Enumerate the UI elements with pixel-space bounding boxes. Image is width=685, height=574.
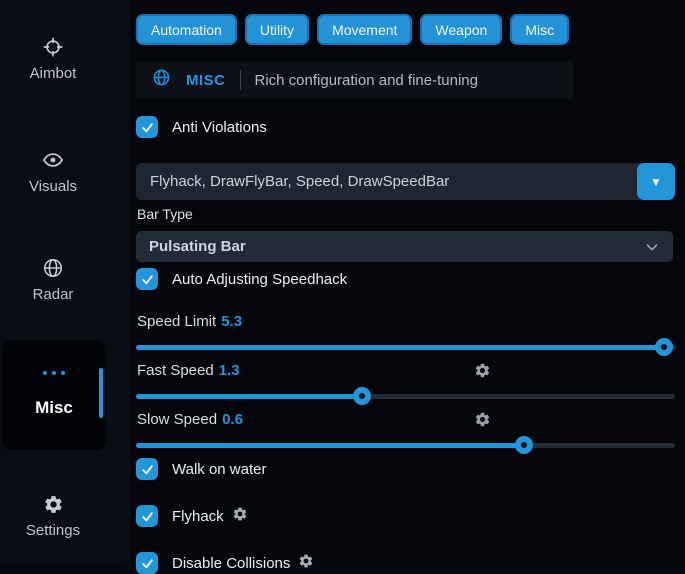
slider-speed-limit[interactable] [136, 338, 675, 356]
checkbox-checked-icon[interactable] [136, 268, 158, 290]
slider-slow-speed[interactable] [136, 436, 675, 454]
sidebar-item-label: Misc [2, 398, 106, 418]
checkbox-label: Auto Adjusting Speedhack [172, 271, 347, 288]
slider-value: 0.6 [222, 411, 243, 428]
sidebar-item-misc[interactable]: Misc [2, 340, 106, 450]
checkbox-walk-on-water[interactable]: Walk on water [136, 458, 266, 480]
slider-fill [136, 345, 664, 350]
chevron-down-icon [644, 239, 660, 260]
bar-type-value: Pulsating Bar [149, 238, 246, 255]
checkbox-label: Walk on water [172, 461, 266, 478]
checkbox-checked-icon[interactable] [136, 458, 158, 480]
checkbox-label: Anti Violations [172, 119, 267, 136]
slider-name: Fast Speed [137, 362, 214, 379]
slider-thumb[interactable] [515, 436, 533, 454]
bar-type-label: Bar Type [137, 206, 193, 222]
sidebar-item-label: Visuals [29, 178, 77, 195]
tab-automation[interactable]: Automation [136, 14, 237, 45]
checkbox-auto-adjusting-speedhack[interactable]: Auto Adjusting Speedhack [136, 268, 347, 290]
slider-label-slow-speed: Slow Speed 0.6 [137, 411, 243, 428]
active-indicator-bar [99, 368, 103, 418]
tab-weapon[interactable]: Weapon [420, 14, 502, 45]
section-title: MISC [186, 72, 226, 89]
crosshair-icon [42, 36, 64, 58]
section-subtitle: Rich configuration and fine-tuning [255, 72, 478, 89]
slider-thumb[interactable] [655, 338, 673, 356]
checkbox-checked-icon[interactable] [136, 552, 158, 574]
bar-type-select[interactable]: Pulsating Bar [136, 231, 673, 262]
checkbox-disable-collisions[interactable]: Disable Collisions [136, 552, 314, 574]
dropdown-triangle-icon[interactable]: ▼ [637, 163, 675, 200]
sidebar-item-visuals[interactable]: Visuals [0, 149, 106, 195]
slider-fast-speed[interactable] [136, 387, 675, 405]
checkbox-anti-violations[interactable]: Anti Violations [136, 116, 267, 138]
tab-misc[interactable]: Misc [510, 14, 569, 45]
multiselect-value: Flyhack, DrawFlyBar, Speed, DrawSpeedBar [150, 173, 449, 190]
cheat-menu-window: Aimbot Visuals Radar Mi [0, 0, 685, 563]
checkbox-flyhack[interactable]: Flyhack [136, 505, 248, 527]
sidebar-item-label: Radar [33, 286, 74, 303]
globe-icon [152, 68, 171, 92]
header-divider [240, 70, 241, 90]
gear-icon[interactable] [298, 553, 314, 573]
sidebar-item-label: Settings [26, 522, 80, 539]
sidebar-item-radar[interactable]: Radar [0, 257, 106, 303]
tab-utility[interactable]: Utility [245, 14, 309, 45]
eye-icon [42, 149, 64, 171]
main-panel: Automation Utility Movement Weapon Misc … [136, 0, 675, 563]
sidebar-item-aimbot[interactable]: Aimbot [0, 36, 106, 82]
section-header: MISC Rich configuration and fine-tuning [136, 61, 573, 99]
slider-label-fast-speed: Fast Speed 1.3 [137, 362, 240, 379]
checkbox-label: Disable Collisions [172, 555, 290, 572]
gear-icon[interactable] [474, 362, 491, 384]
sidebar: Aimbot Visuals Radar Mi [0, 0, 130, 563]
ellipsis-icon [2, 371, 106, 375]
gear-icon[interactable] [232, 506, 248, 526]
checkbox-checked-icon[interactable] [136, 116, 158, 138]
gear-icon [43, 494, 64, 515]
gear-icon[interactable] [474, 411, 491, 433]
checkbox-label: Flyhack [172, 508, 224, 525]
globe-icon [42, 257, 64, 279]
sidebar-item-settings[interactable]: Settings [0, 494, 106, 539]
slider-fill [136, 443, 524, 448]
slider-name: Slow Speed [137, 411, 217, 428]
slider-value: 1.3 [219, 362, 240, 379]
checkbox-checked-icon[interactable] [136, 505, 158, 527]
slider-value: 5.3 [221, 313, 242, 330]
category-tabs: Automation Utility Movement Weapon Misc [136, 14, 569, 45]
slider-fill [136, 394, 362, 399]
sidebar-item-label: Aimbot [30, 65, 77, 82]
slider-thumb[interactable] [353, 387, 371, 405]
slider-name: Speed Limit [137, 313, 216, 330]
tab-movement[interactable]: Movement [317, 14, 412, 45]
slider-label-speed-limit: Speed Limit 5.3 [137, 313, 242, 330]
misc-multiselect-dropdown[interactable]: Flyhack, DrawFlyBar, Speed, DrawSpeedBar… [136, 163, 675, 200]
